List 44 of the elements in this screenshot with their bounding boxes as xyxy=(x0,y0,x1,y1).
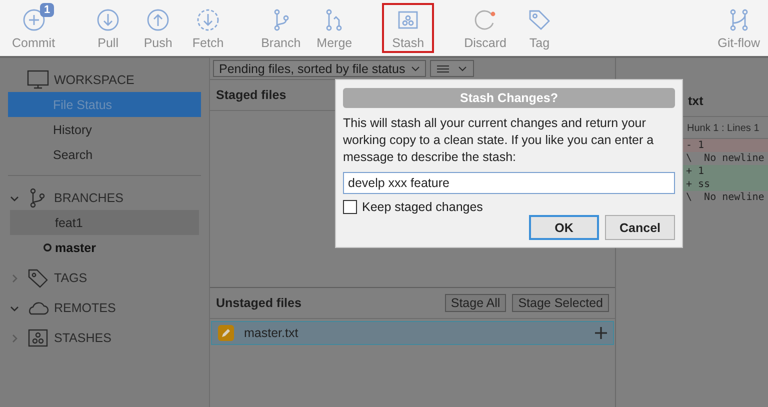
sidebar-item[interactable]: feat1 xyxy=(10,210,199,235)
toolbar-button[interactable]: 1 Commit xyxy=(6,0,62,56)
toolbar-button[interactable]: Push xyxy=(135,0,182,56)
toolbar-button[interactable]: Git-flow xyxy=(712,0,766,56)
menu-icon xyxy=(435,64,470,74)
toolbar-button[interactable]: Tag xyxy=(516,0,562,56)
toolbar-button[interactable]: Fetch xyxy=(185,0,232,56)
panel-title: Staged files xyxy=(216,88,286,102)
diff-line: \ No newline xyxy=(685,191,766,204)
sidebar-item[interactable]: Search xyxy=(8,142,201,167)
sidebar-item[interactable]: File Status xyxy=(8,92,201,117)
section-title: STASHES xyxy=(54,331,112,345)
file-name: master.txt xyxy=(244,326,300,340)
ok-button[interactable]: OK xyxy=(529,215,599,240)
panel-title: Unstaged files xyxy=(216,296,302,310)
section-title: BRANCHES xyxy=(54,191,124,205)
dialog-title: Stash Changes? xyxy=(343,88,675,108)
sidebar-item[interactable]: master xyxy=(10,235,199,260)
pencil-icon xyxy=(218,325,234,341)
current-branch-icon xyxy=(43,243,52,252)
caret-icon xyxy=(411,66,420,72)
diff-line: \ No newline xyxy=(685,152,766,165)
message-input[interactable]: develp xxx feature xyxy=(343,172,675,194)
sort-dropdown[interactable]: Pending files, sorted by file status xyxy=(213,60,426,77)
stage-button[interactable]: Stage All xyxy=(444,294,506,312)
view-menu-button[interactable] xyxy=(430,60,474,77)
tag-icon xyxy=(26,267,50,289)
toolbar-button[interactable]: Discard xyxy=(458,0,512,56)
checkbox[interactable] xyxy=(343,200,357,214)
stash-icon xyxy=(26,327,50,349)
count-badge: 1 xyxy=(40,3,54,17)
toolbar-button[interactable]: Stash xyxy=(382,3,434,53)
section-title: WORKSPACE xyxy=(54,73,134,87)
section-title: REMOTES xyxy=(54,301,116,315)
plus-icon[interactable] xyxy=(595,327,607,339)
sidebar-item[interactable]: History xyxy=(8,117,201,142)
toolbar-button[interactable]: Pull xyxy=(85,0,132,56)
cancel-button[interactable]: Cancel xyxy=(605,215,675,240)
monitor-icon xyxy=(26,69,50,91)
toolbar-button[interactable]: Branch xyxy=(255,0,307,56)
file-row[interactable]: master.txt xyxy=(211,321,614,345)
stage-button[interactable]: Stage Selected xyxy=(512,294,609,312)
section-title: TAGS xyxy=(54,271,88,285)
toolbar-button[interactable]: Merge xyxy=(310,0,358,56)
